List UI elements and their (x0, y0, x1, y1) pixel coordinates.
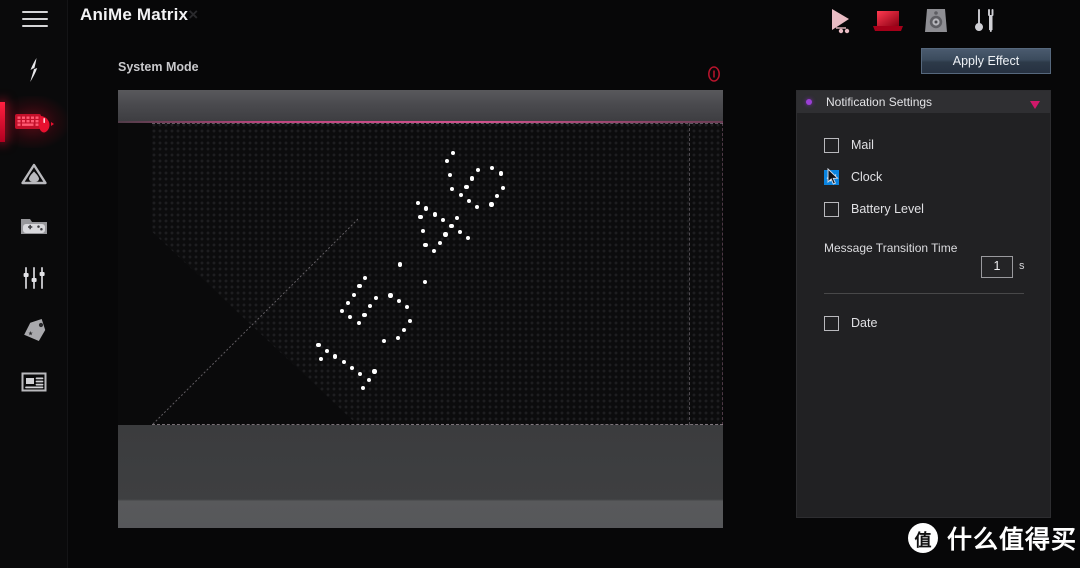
mail-checkbox[interactable] (824, 137, 839, 153)
sidebar-item-lighting[interactable] (0, 96, 68, 148)
mail-label: Mail (851, 138, 874, 152)
play-cursor-icon[interactable] (818, 2, 862, 40)
checkbox-row-mail[interactable]: Mail (797, 129, 1050, 161)
notification-settings-header[interactable]: Notification Settings (797, 91, 1050, 113)
speaker-icon[interactable] (914, 2, 958, 40)
status-dot-icon (806, 99, 812, 105)
battery-level-label: Battery Level (851, 202, 924, 216)
notification-settings-title: Notification Settings (826, 95, 933, 109)
laptop-lid-bottom (118, 425, 723, 528)
hamburger-icon[interactable] (22, 8, 48, 30)
window-article-icon (20, 370, 48, 394)
info-icon[interactable] (706, 66, 722, 82)
anime-matrix-window: AniMe Matrix× Apply Effect System Mode N… (0, 0, 1080, 568)
matrix-dot-grid (152, 123, 723, 425)
hamburger-line (22, 25, 48, 27)
sidebar-item-deals[interactable] (0, 304, 68, 356)
keyboard-mouse-icon (13, 107, 55, 137)
hamburger-line (22, 18, 48, 20)
message-transition-time-unit: s (1019, 260, 1025, 272)
left-sidebar (0, 0, 68, 568)
watermark: 值 什么值得买 (908, 520, 1077, 556)
notification-settings-body: Mail Clock Battery Level Message Transit… (797, 113, 1050, 331)
apply-effect-button[interactable]: Apply Effect (921, 48, 1051, 74)
rog-logo-icon (25, 57, 43, 83)
checkbox-row-date[interactable]: Date (797, 307, 877, 339)
notification-settings-panel: Notification Settings Mail Clock Battery… (796, 90, 1051, 518)
tools-icon[interactable] (962, 2, 1006, 40)
sidebar-item-news[interactable] (0, 356, 68, 408)
title-trailing-artifact: × (188, 5, 199, 24)
message-transition-time-input[interactable]: 1 (981, 256, 1013, 278)
laptop-lid-top (118, 90, 723, 123)
sidebar-item-game-library[interactable] (0, 200, 68, 252)
panel-divider (824, 293, 1024, 294)
tag-icon (20, 318, 48, 342)
watermark-text: 什么值得买 (947, 525, 1078, 554)
checkbox-row-battery-level[interactable]: Battery Level (797, 193, 1050, 225)
gamepad-folder-icon (19, 214, 49, 238)
message-transition-time-label: Message Transition Time (824, 241, 958, 255)
sidebar-item-settings[interactable] (0, 252, 68, 304)
anime-matrix-preview[interactable] (118, 90, 723, 528)
hamburger-line (22, 11, 48, 13)
date-label: Date (851, 316, 878, 330)
clock-checkbox[interactable] (824, 169, 839, 185)
top-toolbar (818, 2, 1018, 42)
sidebar-item-rog[interactable] (0, 44, 68, 96)
sliders-icon (21, 265, 47, 291)
section-label-system-mode: System Mode (118, 60, 199, 74)
smzdm-logo-icon: 值 (908, 523, 938, 553)
matrix-panel (118, 123, 723, 425)
date-checkbox[interactable] (824, 315, 839, 331)
checkbox-row-clock[interactable]: Clock (797, 161, 1050, 193)
battery-level-checkbox[interactable] (824, 201, 839, 217)
laptop-icon[interactable] (866, 2, 910, 40)
aura-triangle-icon (20, 162, 48, 186)
clock-label: Clock (851, 170, 883, 184)
sidebar-item-aura[interactable] (0, 148, 68, 200)
page-title: AniMe Matrix× (80, 5, 199, 24)
